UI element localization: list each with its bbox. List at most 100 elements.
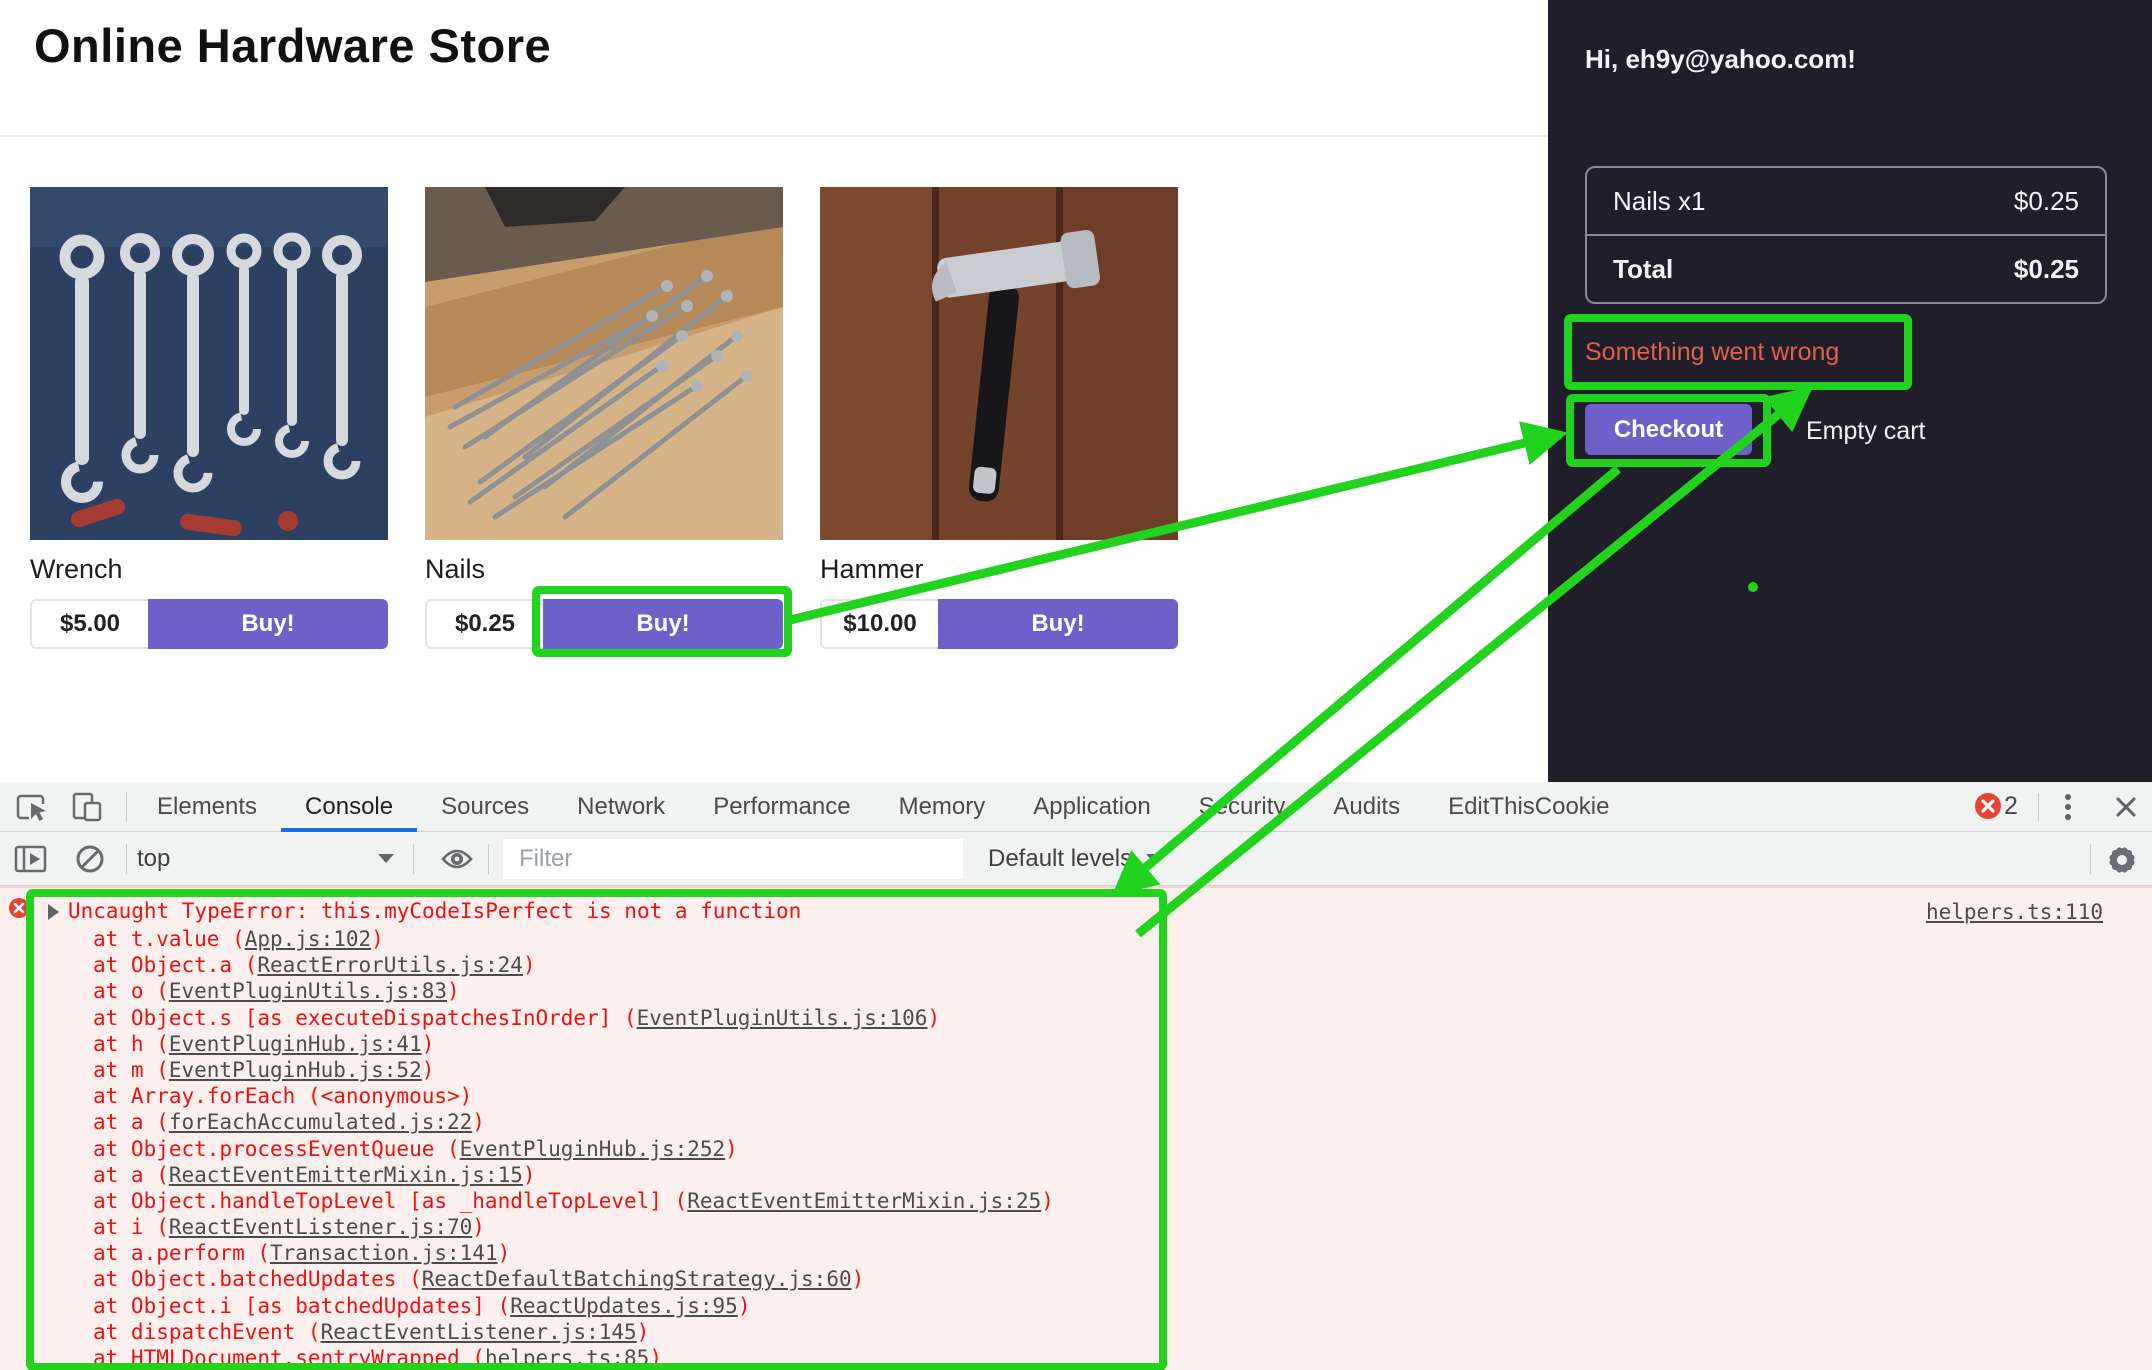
buy-button-wrench[interactable]: Buy! (148, 599, 388, 649)
stack-frame-text: at HTMLDocument.sentryWrapped ( (93, 1346, 485, 1370)
stack-source-link[interactable]: ReactEventListener.js:70 (169, 1215, 472, 1239)
console-toolbar: top Default levels (0, 832, 2152, 886)
device-toolbar-icon[interactable] (71, 792, 103, 827)
toolbar-separator (413, 844, 414, 874)
stack-frame-text: ) (649, 1346, 662, 1370)
cart-table: Nails x1 $0.25 Total $0.25 (1585, 166, 2107, 304)
wrench-product-image (30, 187, 388, 540)
inspect-element-icon[interactable] (16, 793, 50, 828)
toolbar-separator (126, 844, 127, 874)
kebab-menu-icon[interactable] (2062, 793, 2074, 826)
hammer-product-image (820, 187, 1178, 540)
eye-icon[interactable] (440, 845, 474, 878)
console-error-message: Uncaught TypeError: this.myCodeIsPerfect… (68, 899, 801, 923)
chevron-down-icon[interactable] (378, 854, 394, 863)
console-source-link[interactable]: helpers.ts:110 (1926, 900, 2103, 924)
toolbar-separator (2038, 793, 2039, 821)
stack-frame: at dispatchEvent (ReactEventListener.js:… (93, 1319, 1054, 1345)
buy-button-nails[interactable]: Buy! (543, 599, 783, 649)
tab-editthiscookie[interactable]: EditThisCookie (1424, 782, 1633, 832)
frame-context-select[interactable]: top (137, 845, 170, 873)
tab-console[interactable]: Console (281, 782, 417, 832)
stack-frame-text: at h ( (93, 1032, 169, 1056)
stack-frame: at Object.i [as batchedUpdates] (ReactUp… (93, 1293, 1054, 1319)
stack-frame-text: at Object.a ( (93, 953, 257, 977)
stack-frame: at h (EventPluginHub.js:41) (93, 1031, 1054, 1057)
tab-audits[interactable]: Audits (1309, 782, 1424, 832)
product-card-wrench: Wrench $5.00 Buy! (30, 187, 388, 649)
stack-source-link[interactable]: EventPluginHub.js:41 (169, 1032, 422, 1056)
log-levels-select[interactable]: Default levels (988, 845, 1132, 873)
stack-frame-text: ) (422, 1058, 435, 1082)
stack-frame-text: at i ( (93, 1215, 169, 1239)
console-log-area: Uncaught TypeError: this.myCodeIsPerfect… (0, 886, 2152, 1370)
stack-source-link[interactable]: EventPluginHub.js:252 (460, 1137, 726, 1161)
product-card-hammer: Hammer $10.00 Buy! (820, 187, 1178, 649)
toolbar-separator (126, 792, 127, 822)
stack-source-link[interactable]: ReactEventEmitterMixin.js:15 (169, 1163, 523, 1187)
clear-console-icon[interactable] (75, 844, 105, 879)
cart-panel: Hi, eh9y@yahoo.com! Nails x1 $0.25 Total… (1548, 0, 2152, 782)
page-title: Online Hardware Store (34, 18, 551, 73)
stack-source-link[interactable]: helpers.ts:85 (485, 1346, 649, 1370)
stack-source-link[interactable]: EventPluginHub.js:52 (169, 1058, 422, 1082)
stack-frame-text: ) (927, 1006, 940, 1030)
empty-cart-link[interactable]: Empty cart (1806, 417, 1925, 446)
stack-source-link[interactable]: ReactEventEmitterMixin.js:25 (687, 1189, 1041, 1213)
stack-source-link[interactable]: forEachAccumulated.js:22 (169, 1110, 472, 1134)
price-row: $5.00 Buy! (30, 599, 388, 649)
error-count: 2 (2004, 792, 2018, 821)
tab-application[interactable]: Application (1009, 782, 1174, 832)
cart-total-label: Total (1613, 254, 1673, 285)
devtools-panel: Elements Console Sources Network Perform… (0, 782, 2152, 1370)
stack-frame-text: at o ( (93, 979, 169, 1003)
stack-source-link[interactable]: ReactUpdates.js:95 (510, 1294, 738, 1318)
stack-source-link[interactable]: Transaction.js:141 (270, 1241, 498, 1265)
stack-source-link[interactable]: ReactEventListener.js:145 (321, 1320, 637, 1344)
stack-source-link[interactable]: EventPluginUtils.js:83 (169, 979, 447, 1003)
stack-frame: at t.value (App.js:102) (93, 926, 1054, 952)
console-drawer-icon[interactable] (14, 844, 48, 879)
tab-sources[interactable]: Sources (417, 782, 553, 832)
header-divider (0, 135, 1548, 137)
tab-network[interactable]: Network (553, 782, 689, 832)
stack-frame-text: at Object.i [as batchedUpdates] ( (93, 1294, 510, 1318)
stack-frame: at o (EventPluginUtils.js:83) (93, 978, 1054, 1004)
stack-frame: at Array.forEach (<anonymous>) (93, 1083, 1054, 1109)
product-card-nails: Nails $0.25 Buy! (425, 187, 783, 649)
settings-gear-icon[interactable] (2106, 844, 2138, 881)
tab-security[interactable]: Security (1175, 782, 1310, 832)
stack-frame: at HTMLDocument.sentryWrapped (helpers.t… (93, 1345, 1054, 1370)
price-row: $10.00 Buy! (820, 599, 1178, 649)
tab-performance[interactable]: Performance (689, 782, 874, 832)
product-name: Wrench (30, 554, 388, 590)
tab-elements[interactable]: Elements (133, 782, 281, 832)
devtools-tabbar: Elements Console Sources Network Perform… (0, 782, 2152, 832)
stack-frame: at Object.s [as executeDispatchesInOrder… (93, 1005, 1054, 1031)
stack-frame-text: at m ( (93, 1058, 169, 1082)
cart-item-label: Nails x1 (1613, 186, 1705, 217)
stack-frame: at i (ReactEventListener.js:70) (93, 1214, 1054, 1240)
stack-frame-text: at a.perform ( (93, 1241, 270, 1265)
stack-frame: at m (EventPluginHub.js:52) (93, 1057, 1054, 1083)
buy-button-hammer[interactable]: Buy! (938, 599, 1178, 649)
stack-source-link[interactable]: EventPluginUtils.js:106 (637, 1006, 928, 1030)
page: Online Hardware Store (0, 0, 2152, 1370)
stack-frame-text: at a ( (93, 1163, 169, 1187)
stack-frame-text: ) (523, 953, 536, 977)
toolbar-separator (488, 844, 489, 874)
stack-source-link[interactable]: ReactDefaultBatchingStrategy.js:60 (422, 1267, 852, 1291)
stack-source-link[interactable]: ReactErrorUtils.js:24 (257, 953, 523, 977)
expand-triangle-icon[interactable] (48, 904, 59, 920)
chevron-down-icon[interactable] (1146, 854, 1162, 863)
stack-source-link[interactable]: App.js:102 (245, 927, 371, 951)
tab-memory[interactable]: Memory (875, 782, 1010, 832)
stack-frame: at a (forEachAccumulated.js:22) (93, 1109, 1054, 1135)
devtools-tabs: Elements Console Sources Network Perform… (133, 782, 1633, 832)
cart-item-price: $0.25 (2014, 186, 2079, 217)
cart-item-row: Nails x1 $0.25 (1587, 168, 2105, 236)
stack-frame-text: ) (422, 1032, 435, 1056)
checkout-button[interactable]: Checkout (1585, 404, 1752, 455)
filter-input[interactable] (503, 839, 963, 879)
close-icon[interactable] (2114, 795, 2138, 824)
